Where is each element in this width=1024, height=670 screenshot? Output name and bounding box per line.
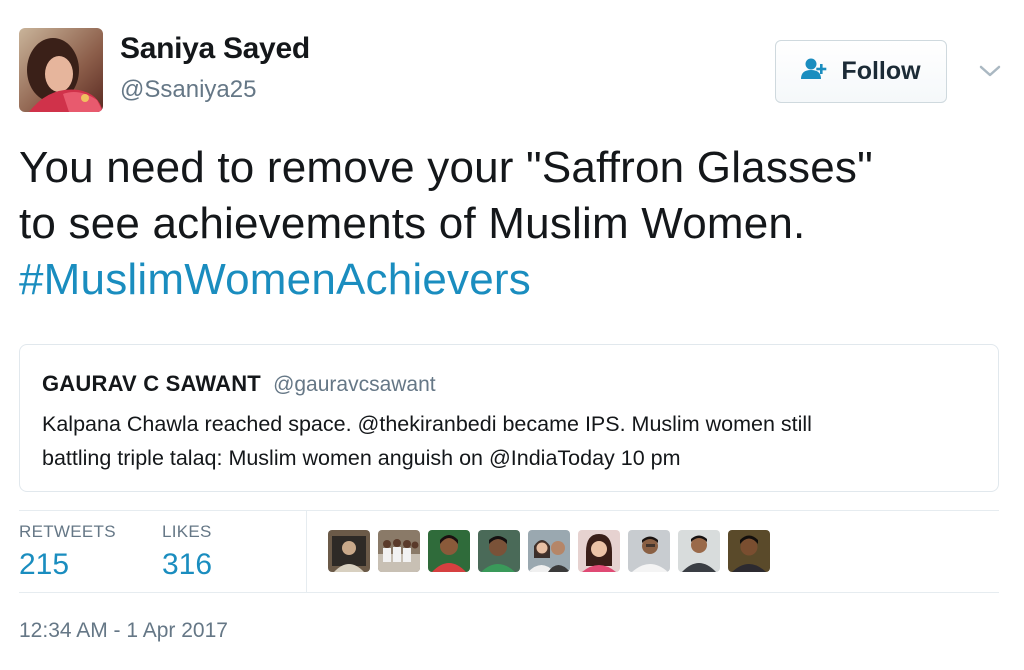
quoted-tweet-line: battling triple talaq: Muslim women angu… xyxy=(42,446,681,470)
liker-avatar[interactable] xyxy=(528,530,570,572)
liker-avatar[interactable] xyxy=(728,530,770,572)
likes-label: LIKES xyxy=(162,522,212,541)
stats-divider-bottom xyxy=(19,592,999,593)
author-handle[interactable]: @Ssaniya25 xyxy=(120,76,256,104)
author-name[interactable]: Saniya Sayed xyxy=(120,32,310,66)
tweet-text-line: You need to remove your "Saffron Glasses… xyxy=(19,143,873,192)
add-user-icon xyxy=(801,58,831,85)
author-avatar[interactable] xyxy=(19,28,103,112)
quoted-tweet-header: GAURAV C SAWANT @gauravcsawant xyxy=(42,371,976,397)
likes-stat[interactable]: LIKES 316 xyxy=(162,522,212,582)
quoted-tweet-text: Kalpana Chawla reached space. @thekiranb… xyxy=(42,407,976,475)
retweets-stat[interactable]: RETWEETS 215 xyxy=(19,522,116,582)
hashtag-link[interactable]: #MuslimWomenAchievers xyxy=(19,252,1009,308)
quoted-author-name: GAURAV C SAWANT xyxy=(42,371,261,396)
liker-avatar[interactable] xyxy=(478,530,520,572)
tweet-text: You need to remove your "Saffron Glasses… xyxy=(19,140,1009,308)
follow-button[interactable]: Follow xyxy=(775,40,947,103)
tweet-text-line: to see achievements of Muslim Women. xyxy=(19,199,806,248)
quoted-author-handle: @gauravcsawant xyxy=(273,373,436,396)
stats-divider-top xyxy=(19,510,999,511)
liker-avatar[interactable] xyxy=(378,530,420,572)
retweets-label: RETWEETS xyxy=(19,522,116,541)
stats-divider-vertical xyxy=(306,510,307,592)
liker-avatar[interactable] xyxy=(678,530,720,572)
likes-count: 316 xyxy=(162,548,213,581)
quoted-tweet[interactable]: GAURAV C SAWANT @gauravcsawant Kalpana C… xyxy=(19,344,999,492)
liker-avatar[interactable] xyxy=(428,530,470,572)
liker-avatar[interactable] xyxy=(578,530,620,572)
quoted-tweet-line: Kalpana Chawla reached space. @thekiranb… xyxy=(42,412,812,436)
liker-avatars xyxy=(328,530,770,572)
tweet-timestamp[interactable]: 12:34 AM - 1 Apr 2017 xyxy=(19,619,228,643)
follow-button-label: Follow xyxy=(841,57,921,85)
liker-avatar[interactable] xyxy=(628,530,670,572)
chevron-down-icon[interactable] xyxy=(976,57,1004,85)
retweets-count: 215 xyxy=(19,548,70,581)
liker-avatar[interactable] xyxy=(328,530,370,572)
